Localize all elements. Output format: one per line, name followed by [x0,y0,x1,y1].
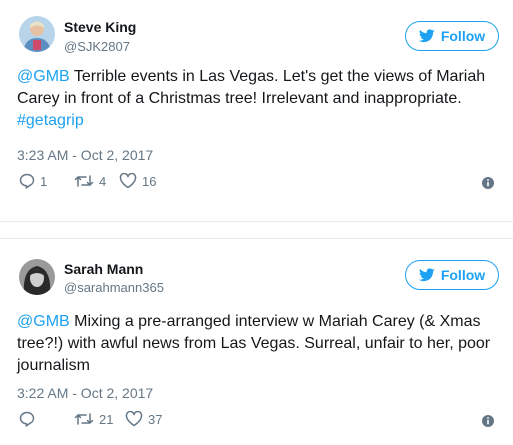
reply-count: 1 [40,173,48,189]
tweet-card: Steve King @SJK2807 Follow @GMB Terrible… [0,0,513,222]
retweet-icon [74,173,94,189]
avatar[interactable] [19,16,55,52]
author-name[interactable]: Sarah Mann [64,261,143,278]
retweet-icon [74,411,94,427]
timestamp[interactable]: 3:22 AM - Oct 2, 2017 [17,385,153,402]
avatar[interactable] [19,259,55,295]
info-icon[interactable] [481,176,495,190]
heart-icon [119,173,137,189]
hashtag-link[interactable]: #getagrip [17,112,84,129]
tweet-body: Terrible events in Las Vegas. Let's get … [17,68,486,107]
author-handle[interactable]: @sarahmann365 [64,280,164,296]
follow-button[interactable]: Follow [405,21,499,51]
reply-action[interactable]: 1 [19,173,47,189]
reply-icon [19,173,35,189]
follow-label: Follow [440,267,486,283]
action-bar: 21 37 [17,411,497,431]
like-count: 16 [142,173,157,189]
like-action[interactable]: 16 [119,173,156,189]
like-count: 37 [148,411,163,427]
tweet-card: Sarah Mann @sarahmann365 Follow @GMB Mix… [0,238,513,445]
twitter-bird-icon [418,29,435,43]
like-action[interactable]: 37 [125,411,162,427]
twitter-bird-icon [418,268,435,282]
author-handle[interactable]: @SJK2807 [64,39,130,55]
follow-button[interactable]: Follow [405,260,499,290]
timestamp[interactable]: 3:23 AM - Oct 2, 2017 [17,147,153,164]
reply-action[interactable] [19,411,40,427]
retweet-action[interactable]: 21 [74,411,113,427]
tweet-text: @GMB Mixing a pre-arranged interview w M… [17,311,497,377]
mention-link[interactable]: @GMB [17,313,70,330]
info-icon[interactable] [481,414,495,428]
retweet-count: 4 [99,173,107,189]
follow-label: Follow [440,28,486,44]
retweet-action[interactable]: 4 [74,173,106,189]
retweet-count: 21 [99,411,114,427]
reply-icon [19,411,35,427]
action-bar: 1 4 16 [17,173,497,193]
tweet-body: Mixing a pre-arranged interview w Mariah… [17,313,491,374]
author-name[interactable]: Steve King [64,19,136,36]
heart-icon [125,411,143,427]
mention-link[interactable]: @GMB [17,68,70,85]
tweet-text: @GMB Terrible events in Las Vegas. Let's… [17,66,497,132]
